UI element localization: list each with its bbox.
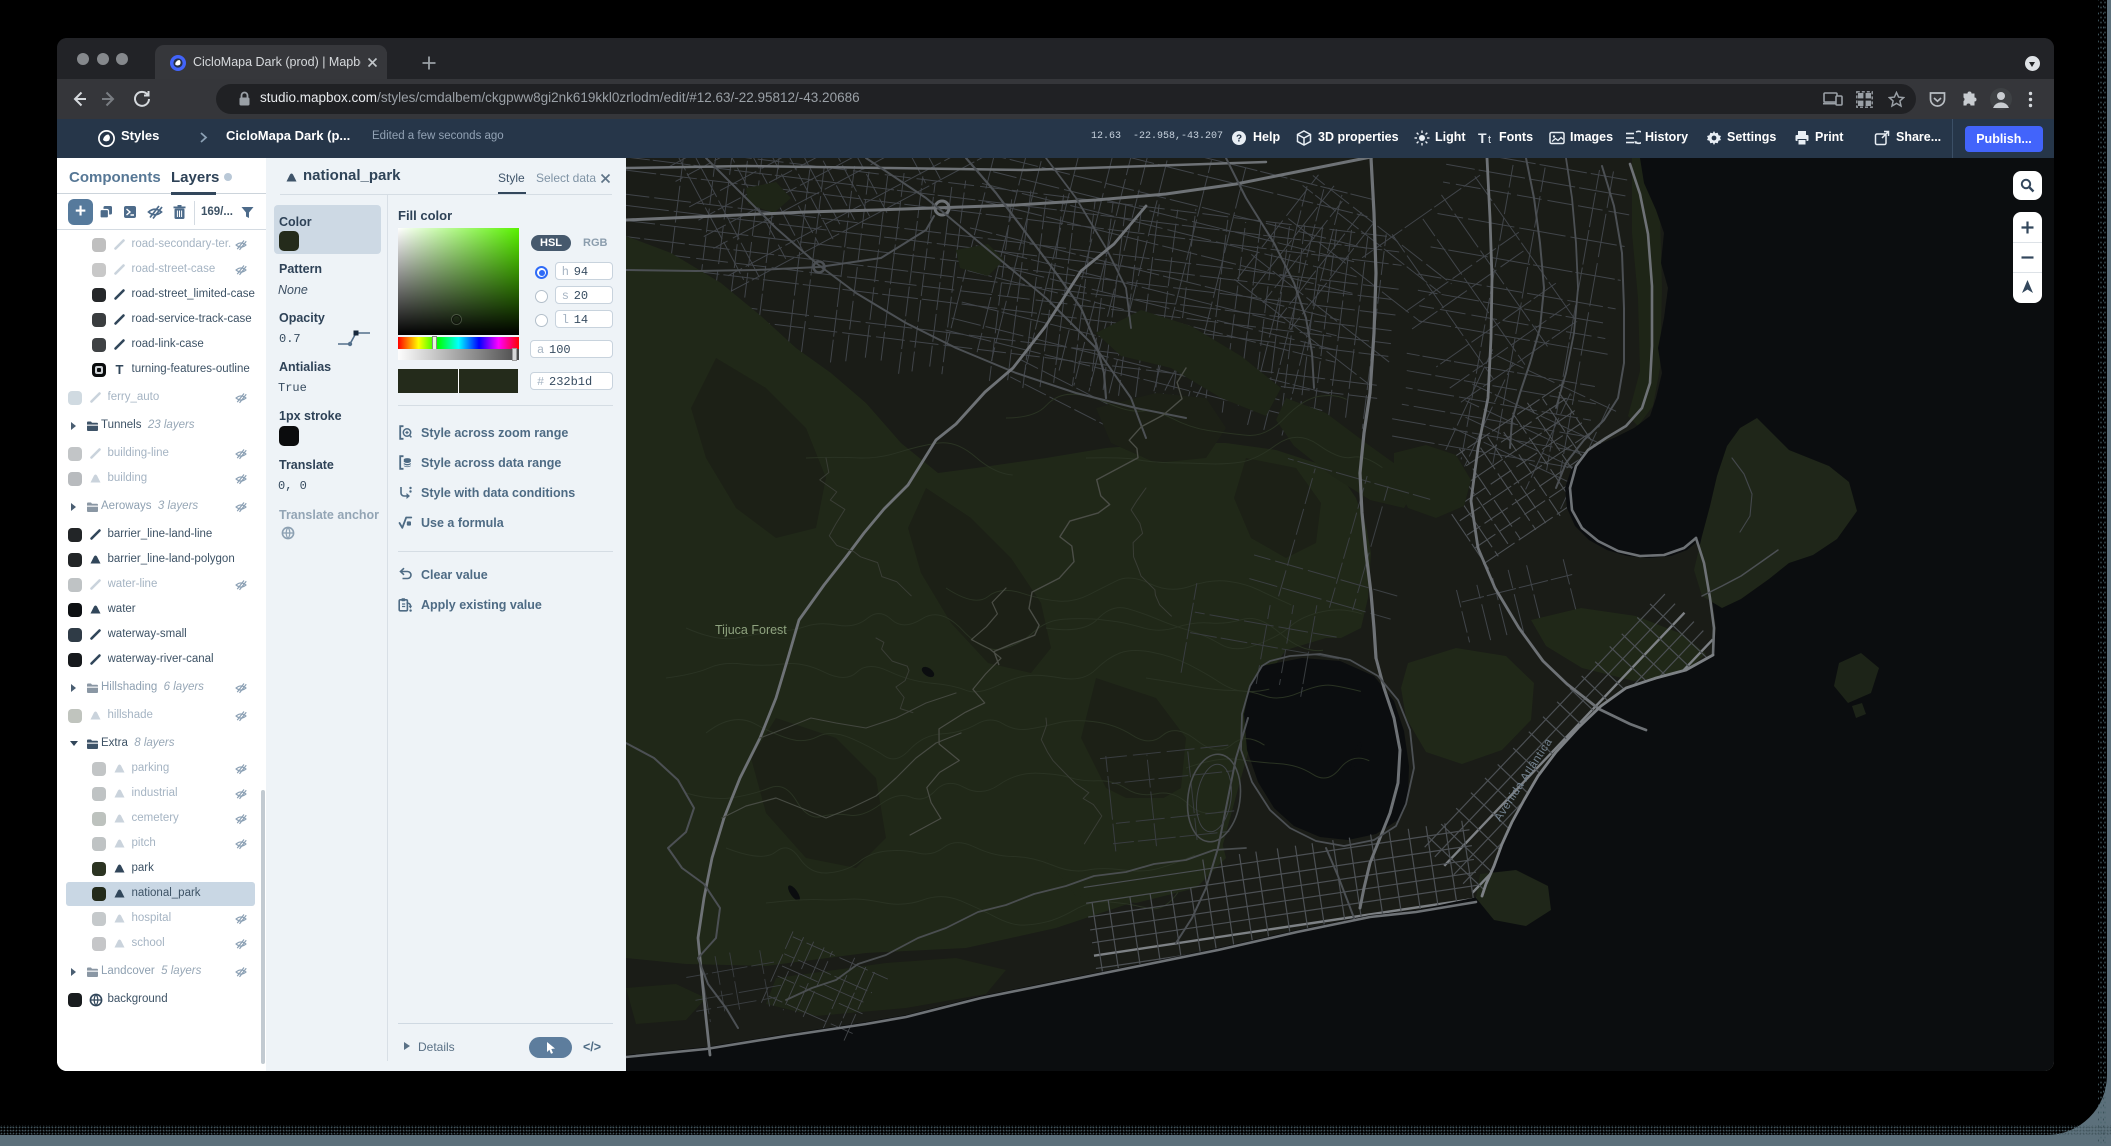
svg-text:Tijuca Forest: Tijuca Forest [715,623,787,637]
svg-text:t: t [1488,134,1491,146]
svg-text:?: ? [1236,134,1242,145]
svg-text:T: T [1478,130,1487,146]
